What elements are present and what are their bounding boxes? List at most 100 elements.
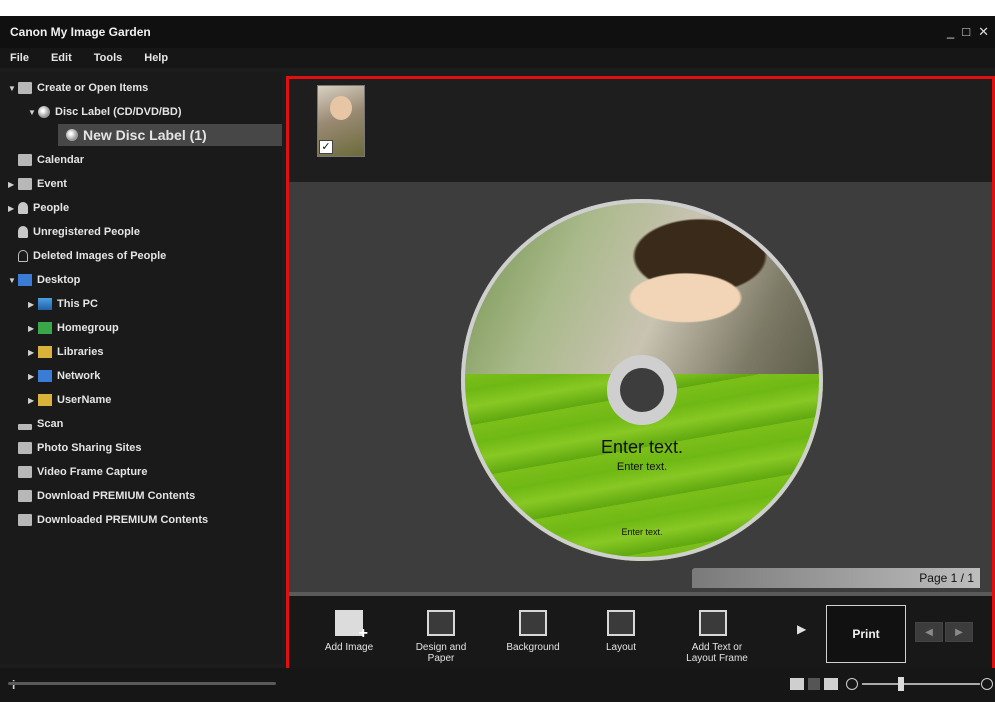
disc-text-footer[interactable]: Enter text.: [461, 527, 823, 537]
background-button[interactable]: Background: [497, 596, 569, 669]
people-icon: [18, 202, 28, 214]
info-icon[interactable]: i: [12, 678, 15, 692]
sidebar-scrollbar[interactable]: [8, 682, 276, 685]
design-paper-icon: [427, 610, 455, 636]
disc-text-title[interactable]: Enter text.: [461, 437, 823, 458]
menu-file[interactable]: File: [10, 52, 29, 64]
sidebar-item-desktop[interactable]: ▼ Desktop: [8, 270, 80, 290]
sidebar-item-event[interactable]: ▶ Event: [8, 174, 67, 194]
sidebar-item-libraries[interactable]: ▶ Libraries: [28, 342, 103, 362]
window-controls: _ □ ✕: [947, 24, 989, 40]
sidebar-item-label: Libraries: [57, 346, 104, 358]
sidebar-item-label: This PC: [57, 298, 98, 310]
video-capture-icon: [18, 466, 32, 478]
view-mode-icon[interactable]: [790, 678, 804, 690]
sidebar-item-label: Create or Open Items: [37, 82, 149, 94]
person-icon: [18, 226, 28, 238]
sidebar-item-this-pc[interactable]: ▶ This PC: [28, 294, 98, 314]
folder-icon: [18, 514, 32, 526]
sidebar-item-unregistered-people[interactable]: Unregistered People: [18, 222, 140, 242]
pc-icon: [38, 298, 52, 310]
sidebar-item-label: Downloaded PREMIUM Contents: [37, 514, 209, 526]
sidebar-item-network[interactable]: ▶ Network: [28, 366, 100, 386]
add-image-icon: [335, 610, 368, 643]
next-page-button[interactable]: ▶: [945, 622, 973, 642]
prev-page-button[interactable]: ◀: [915, 622, 943, 642]
add-image-button[interactable]: Add Image: [313, 596, 385, 669]
sidebar-item-video-frame-capture[interactable]: Video Frame Capture: [18, 462, 147, 482]
zoom-in-icon[interactable]: [981, 678, 993, 690]
edit-toolbar: Add Image Design and Paper Background La…: [289, 596, 992, 669]
scan-icon: [18, 424, 32, 430]
sidebar-item-label: Deleted Images of People: [33, 250, 167, 262]
expand-arrow-icon[interactable]: ▶: [28, 372, 38, 381]
expand-arrow-icon[interactable]: ▼: [8, 276, 18, 285]
image-thumbnail[interactable]: ✓: [317, 85, 365, 157]
event-icon: [18, 178, 32, 190]
sidebar-item-calendar[interactable]: Calendar: [18, 150, 84, 170]
sidebar-item-label: Download PREMIUM Contents: [37, 490, 196, 502]
status-bar: i: [0, 668, 995, 702]
sidebar-item-label: Desktop: [37, 274, 81, 286]
sidebar-item-label: Event: [37, 178, 67, 190]
title-bar: Canon My Image Garden _ □ ✕: [0, 16, 995, 48]
sidebar-item-download-premium[interactable]: Download PREMIUM Contents: [18, 486, 195, 506]
sidebar: ▼ Create or Open Items ▼ Disc Label (CD/…: [0, 72, 282, 664]
layout-icon: [607, 610, 635, 636]
sidebar-item-label: Video Frame Capture: [37, 466, 148, 478]
thumbnail-strip: ✓: [289, 79, 992, 182]
menu-edit[interactable]: Edit: [51, 52, 72, 64]
layout-button[interactable]: Layout: [585, 596, 657, 669]
maximize-button[interactable]: □: [962, 24, 970, 40]
sidebar-item-people[interactable]: ▶ People: [8, 198, 69, 218]
sidebar-item-create-or-open-items[interactable]: ▼ Create or Open Items: [8, 78, 148, 98]
expand-arrow-icon[interactable]: ▶: [28, 300, 38, 309]
close-button[interactable]: ✕: [978, 24, 989, 40]
sidebar-item-downloaded-premium[interactable]: Downloaded PREMIUM Contents: [18, 510, 208, 530]
download-icon: [18, 490, 32, 502]
menu-help[interactable]: Help: [144, 52, 168, 64]
photo-sharing-icon: [18, 442, 32, 454]
expand-arrow-icon[interactable]: ▶: [28, 396, 38, 405]
sidebar-item-homegroup[interactable]: ▶ Homegroup: [28, 318, 119, 338]
disc-text-subtitle[interactable]: Enter text.: [461, 461, 823, 473]
app-window: Canon My Image Garden _ □ ✕ File Edit To…: [0, 16, 995, 702]
add-text-frame-label: Add Text or Layout Frame: [686, 642, 748, 664]
zoom-slider-handle[interactable]: [898, 677, 904, 691]
zoom-out-icon[interactable]: [846, 678, 858, 690]
expand-arrow-icon[interactable]: ▼: [8, 84, 18, 93]
zoom-slider[interactable]: [862, 683, 980, 685]
disc-label-preview[interactable]: Enter text. Enter text. Enter text.: [461, 199, 823, 561]
menu-tools[interactable]: Tools: [94, 52, 123, 64]
add-text-or-layout-frame-button[interactable]: Add Text or Layout Frame: [677, 596, 757, 669]
sidebar-item-deleted-images-of-people[interactable]: Deleted Images of People: [18, 246, 166, 266]
background-icon: [519, 610, 547, 636]
disc-icon: [66, 129, 78, 141]
disc-icon: [38, 106, 50, 118]
view-mode-alt-icon[interactable]: [808, 678, 820, 690]
expand-arrow-icon[interactable]: ▶: [8, 180, 18, 189]
sidebar-item-label: Network: [57, 370, 101, 382]
checkmark-icon[interactable]: ✓: [319, 140, 333, 154]
minimize-button[interactable]: _: [947, 24, 954, 40]
sidebar-item-photo-sharing-sites[interactable]: Photo Sharing Sites: [18, 438, 142, 458]
full-screen-icon[interactable]: [824, 678, 838, 690]
print-button[interactable]: Print: [826, 605, 906, 663]
sidebar-item-label: Scan: [37, 418, 64, 430]
expand-arrow-icon[interactable]: ▶: [28, 348, 38, 357]
expand-arrow-icon[interactable]: ▶: [8, 204, 18, 213]
create-icon: [18, 82, 32, 94]
expand-arrow-icon[interactable]: ▶: [28, 324, 38, 333]
design-and-paper-button[interactable]: Design and Paper: [405, 596, 477, 669]
person-outline-icon: [18, 250, 28, 262]
add-image-label: Add Image: [324, 642, 374, 653]
network-icon: [38, 370, 52, 382]
sidebar-item-disc-label[interactable]: ▼ Disc Label (CD/DVD/BD): [28, 102, 182, 122]
sidebar-item-scan[interactable]: Scan: [18, 414, 63, 434]
sidebar-item-username[interactable]: ▶ UserName: [28, 390, 111, 410]
more-tools-arrow-icon[interactable]: ▶: [797, 622, 806, 636]
editing-area: ✓ Enter text. Enter text. Enter text. Pa…: [286, 76, 995, 672]
sidebar-item-new-disc-label[interactable]: New Disc Label (1): [58, 124, 282, 146]
expand-arrow-icon[interactable]: ▼: [28, 108, 38, 117]
libraries-icon: [38, 346, 52, 358]
